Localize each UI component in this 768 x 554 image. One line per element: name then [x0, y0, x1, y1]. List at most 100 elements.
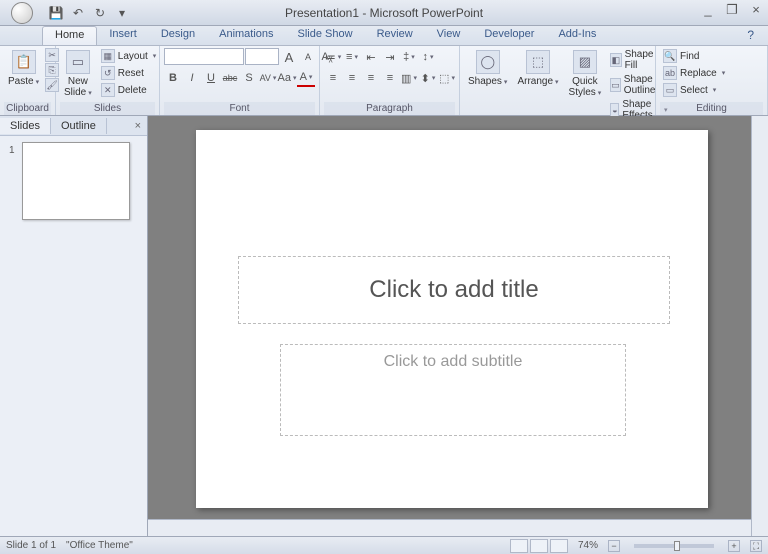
group-slides: ▭ New Slide ▦Layout ↺Reset ✕Delete Slide… [56, 46, 160, 115]
layout-icon: ▦ [101, 49, 115, 63]
shrink-font-button[interactable]: A [299, 48, 317, 66]
underline-button[interactable]: U [202, 69, 220, 87]
status-bar: Slide 1 of 1 "Office Theme" 74% − + ⛶ [0, 536, 768, 554]
paste-icon: 📋 [12, 50, 36, 74]
replace-button[interactable]: abReplace [660, 65, 728, 81]
thumb-number: 1 [9, 145, 15, 156]
tab-developer[interactable]: Developer [472, 26, 546, 45]
align-center-button[interactable]: ≡ [343, 69, 361, 87]
arrange-button[interactable]: ⬚Arrange [513, 48, 562, 90]
line-spacing-button[interactable]: ‡ [400, 48, 418, 66]
tab-review[interactable]: Review [365, 26, 425, 45]
ribbon-tabs: Home Insert Design Animations Slide Show… [0, 26, 768, 46]
tab-design[interactable]: Design [149, 26, 207, 45]
group-paragraph: ≔ ≡ ⇤ ⇥ ‡ ↕ ≡ ≡ ≡ ≡ ▥ ⬍ ⬚ Paragraph [320, 46, 460, 115]
status-slide-count: Slide 1 of 1 [6, 540, 56, 551]
increase-indent-button[interactable]: ⇥ [381, 48, 399, 66]
arrange-icon: ⬚ [526, 50, 550, 74]
strike-button[interactable]: abc [221, 69, 239, 87]
find-button[interactable]: 🔍Find [660, 48, 728, 64]
columns-button[interactable]: ▥ [400, 69, 418, 87]
new-slide-button[interactable]: ▭ New Slide [60, 48, 96, 101]
office-button[interactable] [4, 0, 40, 26]
slide-canvas-area: Click to add title Click to add subtitle [148, 116, 768, 536]
qat-more-icon[interactable]: ▾ [114, 5, 130, 21]
help-button[interactable]: ? [741, 26, 760, 45]
tab-home[interactable]: Home [42, 26, 97, 45]
panel-tab-outline[interactable]: Outline [51, 118, 107, 134]
delete-button[interactable]: ✕Delete [98, 82, 160, 98]
vertical-scrollbar[interactable] [751, 116, 768, 536]
tab-addins[interactable]: Add-Ins [546, 26, 608, 45]
justify-button[interactable]: ≡ [381, 69, 399, 87]
select-button[interactable]: ▭Select [660, 82, 728, 98]
change-case-button[interactable]: Aa [278, 69, 296, 87]
group-clipboard: 📋 Paste ✂ ⎘ 🖌 Clipboard [0, 46, 56, 115]
quick-styles-button[interactable]: ▨Quick Styles [565, 48, 606, 101]
undo-icon[interactable]: ↶ [70, 5, 86, 21]
save-icon[interactable]: 💾 [48, 5, 64, 21]
window-title: Presentation1 - Microsoft PowerPoint [285, 6, 483, 20]
tab-view[interactable]: View [425, 26, 473, 45]
bold-button[interactable]: B [164, 69, 182, 87]
font-size-combo[interactable] [245, 48, 279, 65]
title-bar: 💾 ↶ ↻ ▾ Presentation1 - Microsoft PowerP… [0, 0, 768, 26]
fit-to-window-button[interactable]: ⛶ [750, 540, 762, 552]
decrease-indent-button[interactable]: ⇤ [362, 48, 380, 66]
paste-label: Paste [8, 76, 39, 88]
font-group-label: Font [164, 102, 315, 115]
shapes-button[interactable]: ◯Shapes [464, 48, 511, 90]
group-drawing: ◯Shapes ⬚Arrange ▨Quick Styles ◧Shape Fi… [460, 46, 656, 115]
bullets-button[interactable]: ≔ [324, 48, 342, 66]
shape-fill-icon: ◧ [610, 53, 621, 67]
font-family-combo[interactable] [164, 48, 244, 65]
shape-outline-icon: ▭ [610, 78, 621, 92]
zoom-out-button[interactable]: − [608, 540, 620, 552]
editing-group-label: Editing [660, 102, 763, 115]
normal-view-button[interactable] [510, 539, 528, 553]
title-placeholder[interactable]: Click to add title [238, 256, 670, 324]
panel-close-button[interactable]: × [129, 120, 147, 132]
italic-button[interactable]: I [183, 69, 201, 87]
layout-button[interactable]: ▦Layout [98, 48, 160, 64]
replace-icon: ab [663, 66, 677, 80]
minimize-button[interactable]: _ [700, 2, 716, 16]
restore-button[interactable]: ❐ [724, 2, 740, 16]
reset-button[interactable]: ↺Reset [98, 65, 160, 81]
shadow-button[interactable]: S [240, 69, 258, 87]
quick-styles-icon: ▨ [573, 50, 597, 74]
zoom-thumb[interactable] [674, 541, 680, 551]
close-button[interactable]: × [748, 2, 764, 16]
quick-access-toolbar: 💾 ↶ ↻ ▾ [48, 5, 130, 21]
sorter-view-button[interactable] [530, 539, 548, 553]
slide-thumbnail[interactable]: 1 [22, 142, 130, 220]
zoom-in-button[interactable]: + [728, 540, 740, 552]
grow-font-button[interactable]: A [280, 48, 298, 66]
text-direction-button[interactable]: ↕ [419, 48, 437, 66]
paste-button[interactable]: 📋 Paste [4, 48, 43, 90]
tab-animations[interactable]: Animations [207, 26, 285, 45]
horizontal-scrollbar[interactable] [148, 519, 751, 536]
subtitle-placeholder[interactable]: Click to add subtitle [280, 344, 626, 436]
redo-icon[interactable]: ↻ [92, 5, 108, 21]
align-left-button[interactable]: ≡ [324, 69, 342, 87]
slideshow-view-button[interactable] [550, 539, 568, 553]
font-color-button[interactable]: A [297, 69, 315, 87]
align-right-button[interactable]: ≡ [362, 69, 380, 87]
ribbon: 📋 Paste ✂ ⎘ 🖌 Clipboard ▭ New Slide ▦Lay… [0, 46, 768, 116]
numbering-button[interactable]: ≡ [343, 48, 361, 66]
align-text-button[interactable]: ⬍ [419, 69, 437, 87]
slide[interactable]: Click to add title Click to add subtitle [196, 130, 708, 508]
reset-icon: ↺ [101, 66, 115, 80]
panel-tab-slides[interactable]: Slides [0, 118, 51, 134]
paragraph-group-label: Paragraph [324, 102, 455, 115]
group-font: A A Aᵪ B I U abc S AV Aa A Font [160, 46, 320, 115]
zoom-slider[interactable] [634, 544, 714, 548]
group-editing: 🔍Find abReplace ▭Select Editing [656, 46, 768, 115]
tab-insert[interactable]: Insert [97, 26, 149, 45]
smartart-button[interactable]: ⬚ [438, 69, 456, 87]
new-slide-label: New Slide [64, 76, 92, 99]
tab-slideshow[interactable]: Slide Show [286, 26, 365, 45]
char-spacing-button[interactable]: AV [259, 69, 277, 87]
zoom-percent[interactable]: 74% [578, 540, 598, 551]
